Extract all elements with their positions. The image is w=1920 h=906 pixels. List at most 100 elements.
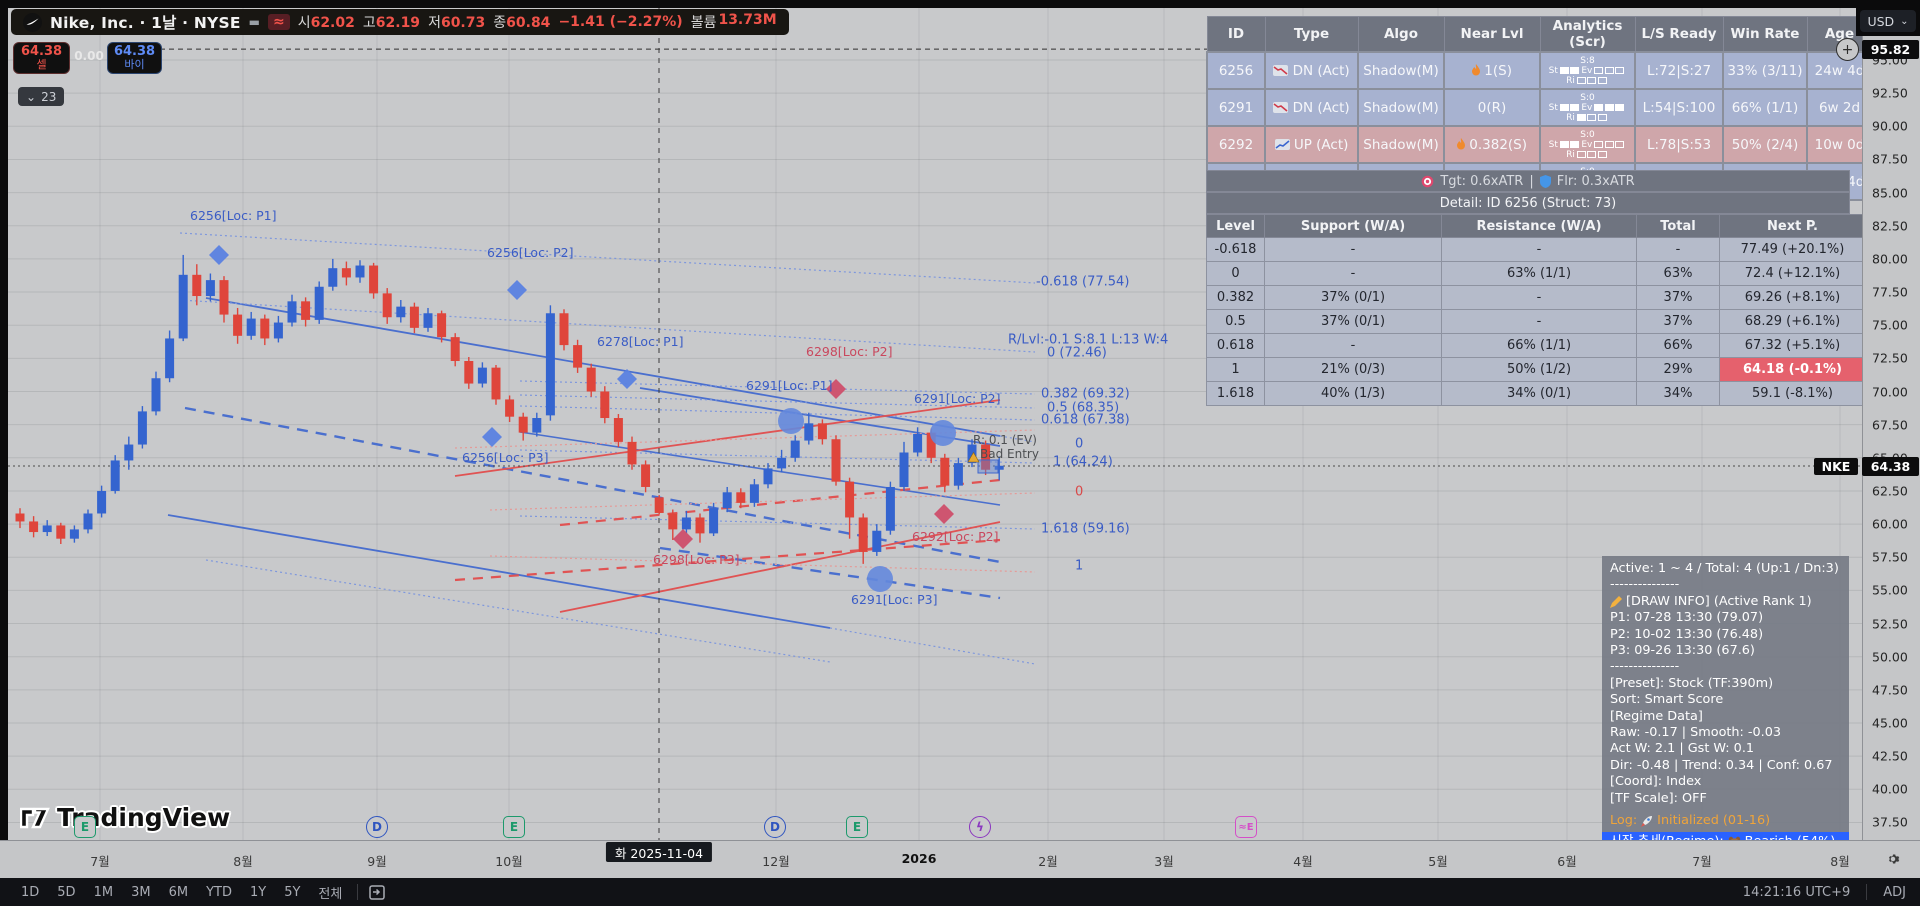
- detail-cell: 37% (0/1): [1264, 285, 1442, 310]
- fib-level-label: 0.618 (67.38): [1041, 412, 1130, 428]
- clock[interactable]: 14:21:16 UTC+9: [1743, 885, 1850, 900]
- dividend-marker-icon[interactable]: D: [764, 816, 786, 838]
- detail-row[interactable]: 1.618 40% (1/3) 34% (0/1) 34% 59.1 (-8.1%): [1206, 381, 1866, 406]
- shield-icon: [1539, 174, 1551, 188]
- time-axis[interactable]: 7월 8월 9월 10월 12월 2026 2월 3월 4월 5월 6월 7월 8월: [0, 840, 1920, 879]
- screener-column-header[interactable]: Analytics (Scr): [1539, 16, 1636, 53]
- range-button-ytd[interactable]: YTD: [197, 885, 241, 900]
- cell-analytics: S:0StEvRi: [1539, 125, 1636, 164]
- time-tick: 7월: [1692, 854, 1712, 869]
- sell-button[interactable]: 64.38 셀: [13, 42, 70, 74]
- target-floor-row: Tgt: 0.6xATR | Flr: 0.3xATR: [1206, 170, 1850, 192]
- earnings-marker-icon[interactable]: E: [503, 816, 525, 838]
- range-button-5d[interactable]: 5D: [48, 885, 84, 900]
- cell-ls-ready: L:72|S:27: [1634, 51, 1724, 90]
- detail-row[interactable]: 0.5 37% (0/1) -37% 68.29 (+6.1%): [1206, 309, 1866, 334]
- detail-row[interactable]: 1 21% (0/3) 50% (1/2) 29% 64.18 (-0.1%): [1206, 357, 1866, 382]
- info-line: ---------------: [1610, 659, 1680, 675]
- detail-row[interactable]: 0-63% (1/1) 63% 72.4 (+12.1%): [1206, 261, 1866, 286]
- range-button-전체[interactable]: 전체: [309, 883, 351, 902]
- range-button-1m[interactable]: 1M: [85, 885, 123, 900]
- price-tick: 90.00: [1872, 118, 1908, 134]
- cell-id: 6291: [1206, 88, 1266, 127]
- screener-column-header[interactable]: L/S Ready: [1634, 16, 1724, 53]
- screener-column-header[interactable]: Near Lvl: [1443, 16, 1541, 53]
- add-alert-plus-icon[interactable]: +: [1836, 38, 1859, 61]
- cell-ls-ready: L:78|S:53: [1634, 125, 1724, 164]
- buy-button[interactable]: 64.38 바이: [107, 42, 162, 74]
- time-tick: 4월: [1293, 854, 1313, 869]
- detail-cell: 34% (0/1): [1441, 381, 1637, 406]
- screener-column-header[interactable]: Win Rate: [1722, 16, 1808, 53]
- range-button-1d[interactable]: 1D: [12, 885, 48, 900]
- screener-column-header[interactable]: Algo: [1357, 16, 1445, 53]
- screener-row[interactable]: 6291 DN (Act) Shadow(M) 0(R) S:0 St Ev Ri L:54|…: [1206, 88, 1873, 127]
- time-tick: 5월: [1428, 854, 1448, 869]
- price-tick: 85.00: [1872, 185, 1908, 201]
- ticker-badge: NKE: [1814, 458, 1858, 475]
- price-tick: 87.50: [1872, 151, 1908, 167]
- range-button-5y[interactable]: 5Y: [275, 885, 309, 900]
- fib-level-label: 0 (72.46): [1047, 345, 1107, 361]
- range-buttons: 1D 5D 1M 3M 6M YTD 1Y 5Y 전체: [12, 883, 351, 902]
- time-tick: 2026: [901, 851, 937, 866]
- estimate-marker-icon[interactable]: ≈E: [1235, 816, 1257, 838]
- tradingview-watermark: TradingView: [20, 803, 230, 832]
- info-line: [Preset]: Stock (TF:390m): [1610, 675, 1774, 691]
- bottom-toolbar: 1D 5D 1M 3M 6M YTD 1Y 5Y 전체 14:21:16 UTC+9 ADJ: [0, 878, 1920, 906]
- info-line: Dir: -0.48 | Trend: 0.34 | Conf: 0.67: [1610, 757, 1833, 773]
- go-to-date-icon[interactable]: [368, 883, 386, 901]
- price-tick: 77.50: [1872, 284, 1908, 300]
- range-button-1y[interactable]: 1Y: [241, 885, 275, 900]
- symbol-title[interactable]: Nike, Inc. · 1날 · NYSE: [50, 11, 241, 33]
- detail-row[interactable]: 0.382 37% (0/1) -37% 69.26 (+8.1%): [1206, 285, 1866, 310]
- pivot-label: 6256[Loc: P3]: [462, 450, 549, 465]
- detail-cell: 1.618: [1206, 381, 1265, 406]
- dividend-marker-icon[interactable]: D: [366, 816, 388, 838]
- cell-type: DN (Act): [1264, 51, 1359, 90]
- detail-column-header: Level: [1206, 214, 1265, 238]
- cell-id: 6256: [1206, 51, 1266, 90]
- chevron-down-icon: ⌄: [26, 89, 37, 104]
- compare-icon[interactable]: ▬: [249, 15, 260, 29]
- price-axis[interactable]: 95.00 92.50 90.00 87.50 85.00 82.50 80.00 77.50…: [1862, 8, 1920, 840]
- info-line: P1: 07-28 13:30 (79.07): [1610, 610, 1764, 626]
- cell-type: UP (Act): [1264, 125, 1359, 164]
- gear-icon[interactable]: [1884, 850, 1902, 868]
- detail-cell: 77.49 (+20.1%): [1719, 237, 1866, 262]
- time-tick: 12월: [762, 854, 790, 869]
- info-line: [TF Scale]: OFF: [1610, 790, 1707, 806]
- fib-level-label: 1.618 (59.16): [1041, 521, 1130, 537]
- detail-cell: 50% (1/2): [1441, 357, 1637, 382]
- range-button-6m[interactable]: 6M: [160, 885, 198, 900]
- info-line: Sort: Smart Score: [1610, 692, 1724, 708]
- cell-analytics: S:0StEvRi: [1539, 88, 1636, 127]
- time-tick: 9월: [367, 854, 387, 869]
- detail-row[interactable]: -0.618- - -77.49 (+20.1%): [1206, 237, 1866, 262]
- divider: [357, 884, 359, 900]
- change-value: −1.41 (−2.27%): [558, 14, 683, 30]
- detail-cell: 34%: [1636, 381, 1720, 406]
- detail-cell: 63%: [1636, 261, 1720, 286]
- screener-row[interactable]: 6292 UP (Act) Shadow(M) 0.382(S) S:0 St Ev Ri…: [1206, 125, 1873, 164]
- symbol-header[interactable]: Nike, Inc. · 1날 · NYSE ▬ ≈ 시62.02 고62.19 저…: [11, 9, 789, 35]
- price-tick: 60.00: [1872, 516, 1908, 532]
- target-label: Tgt: 0.6xATR: [1440, 173, 1524, 189]
- screener-column-header[interactable]: Type: [1264, 16, 1359, 53]
- cell-near-level: 0(R): [1443, 88, 1541, 127]
- split-marker-icon[interactable]: ϟ: [969, 816, 991, 838]
- detail-cell: 0: [1206, 261, 1265, 286]
- fib-level-label: -0.618 (77.54): [1036, 274, 1130, 290]
- earnings-marker-icon[interactable]: E: [74, 816, 96, 838]
- detail-table[interactable]: Level Support (W/A) Resistance (W/A) Total N…: [1206, 214, 1866, 406]
- screener-column-header[interactable]: ID: [1206, 16, 1266, 53]
- screener-row[interactable]: 6256 DN (Act) Shadow(M) 1(S) S:8 St Ev Ri L:72…: [1206, 51, 1873, 90]
- object-tree-toggle[interactable]: ⌄ 23: [18, 87, 65, 106]
- range-button-3m[interactable]: 3M: [122, 885, 160, 900]
- cell-near-level: 1(S): [1443, 51, 1541, 90]
- detail-row[interactable]: 0.618-66% (1/1) 66% 67.32 (+5.1%): [1206, 333, 1866, 358]
- pivot-label: 6291[Loc: P1]: [746, 378, 833, 393]
- adj-toggle[interactable]: ADJ: [1883, 885, 1906, 900]
- currency-dropdown[interactable]: USD ⌄: [1860, 10, 1916, 32]
- earnings-marker-icon[interactable]: E: [846, 816, 868, 838]
